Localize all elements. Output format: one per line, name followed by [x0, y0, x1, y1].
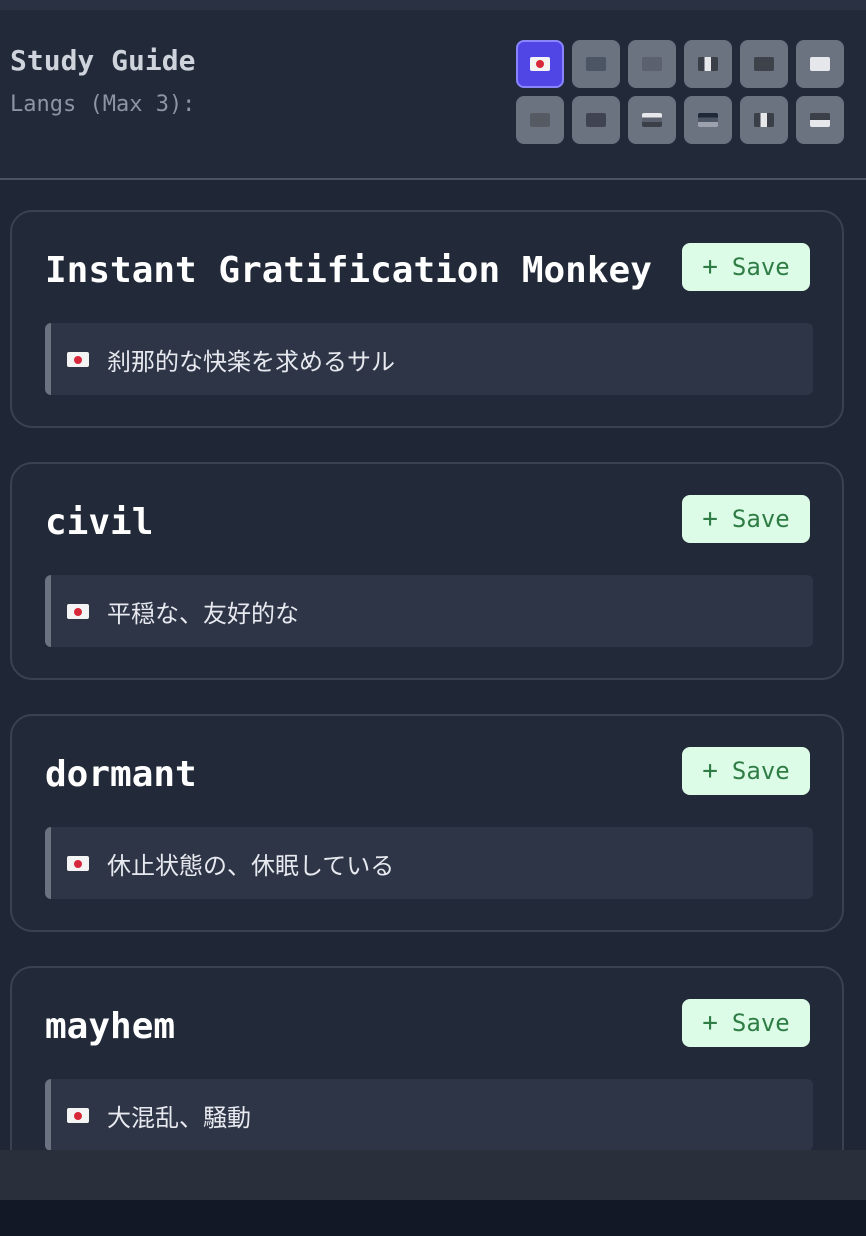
japan-flag-icon — [67, 351, 89, 367]
page-title: Study Guide — [10, 44, 196, 77]
brazil-flag-icon — [530, 113, 550, 127]
word-card: Instant Gratification Monkey + Save 刹那的な… — [10, 210, 844, 428]
lang-btn-germany[interactable] — [684, 96, 732, 144]
bottom-bar — [0, 1150, 866, 1200]
lang-btn-china[interactable] — [740, 40, 788, 88]
translation-row: 刹那的な快楽を求めるサル — [45, 323, 813, 395]
plus-icon: + — [702, 756, 718, 786]
lang-btn-france[interactable] — [684, 40, 732, 88]
word-list[interactable]: Instant Gratification Monkey + Save 刹那的な… — [0, 180, 866, 1150]
lang-btn-saudi[interactable] — [572, 96, 620, 144]
indonesia-flag-icon — [810, 113, 830, 127]
translation-text: 休止状態の、休眠している — [107, 851, 395, 880]
lang-btn-russia[interactable] — [628, 96, 676, 144]
lang-btn-uk[interactable] — [572, 40, 620, 88]
plus-icon: + — [702, 252, 718, 282]
translation-row: 休止状態の、休眠している — [45, 827, 813, 899]
uk-flag-icon — [586, 57, 606, 71]
france-flag-icon — [698, 57, 718, 71]
translation-text: 刹那的な快楽を求めるサル — [107, 347, 395, 376]
save-button[interactable]: + Save — [682, 999, 810, 1047]
word-title: mayhem — [45, 1006, 176, 1047]
save-button[interactable]: + Save — [682, 243, 810, 291]
save-label: Save — [731, 505, 790, 533]
word-card: civil + Save 平穏な、友好的な — [10, 462, 844, 680]
langs-label: Langs (Max 3): — [10, 92, 196, 117]
lang-btn-japan[interactable] — [516, 40, 564, 88]
word-title: Instant Gratification Monkey — [45, 250, 652, 291]
spain-flag-icon — [642, 57, 662, 71]
save-label: Save — [731, 757, 790, 785]
lang-btn-korea[interactable] — [796, 40, 844, 88]
japan-flag-icon — [67, 855, 89, 871]
save-label: Save — [731, 1009, 790, 1037]
word-card: mayhem + Save 大混乱、騒動 — [10, 966, 844, 1150]
word-title: dormant — [45, 754, 197, 795]
germany-flag-icon — [698, 113, 718, 127]
top-strip — [0, 0, 866, 10]
translation-text: 大混乱、騒動 — [107, 1103, 251, 1132]
lang-btn-italy[interactable] — [740, 96, 788, 144]
japan-flag-icon — [530, 57, 550, 71]
lang-btn-indonesia[interactable] — [796, 96, 844, 144]
word-title: civil — [45, 502, 154, 543]
header: Study Guide Langs (Max 3): — [0, 10, 866, 180]
translation-row: 平穏な、友好的な — [45, 575, 813, 647]
plus-icon: + — [702, 1008, 718, 1038]
save-button[interactable]: + Save — [682, 747, 810, 795]
translation-row: 大混乱、騒動 — [45, 1079, 813, 1150]
italy-flag-icon — [754, 113, 774, 127]
lang-btn-spain[interactable] — [628, 40, 676, 88]
save-label: Save — [731, 253, 790, 281]
korea-flag-icon — [810, 57, 830, 71]
china-flag-icon — [754, 57, 774, 71]
russia-flag-icon — [642, 113, 662, 127]
japan-flag-icon — [67, 603, 89, 619]
saudi-flag-icon — [586, 113, 606, 127]
bottom-edge — [0, 1200, 866, 1236]
japan-flag-icon — [67, 1107, 89, 1123]
translation-text: 平穏な、友好的な — [107, 599, 299, 628]
save-button[interactable]: + Save — [682, 495, 810, 543]
word-card: dormant + Save 休止状態の、休眠している — [10, 714, 844, 932]
plus-icon: + — [702, 504, 718, 534]
lang-btn-brazil[interactable] — [516, 96, 564, 144]
